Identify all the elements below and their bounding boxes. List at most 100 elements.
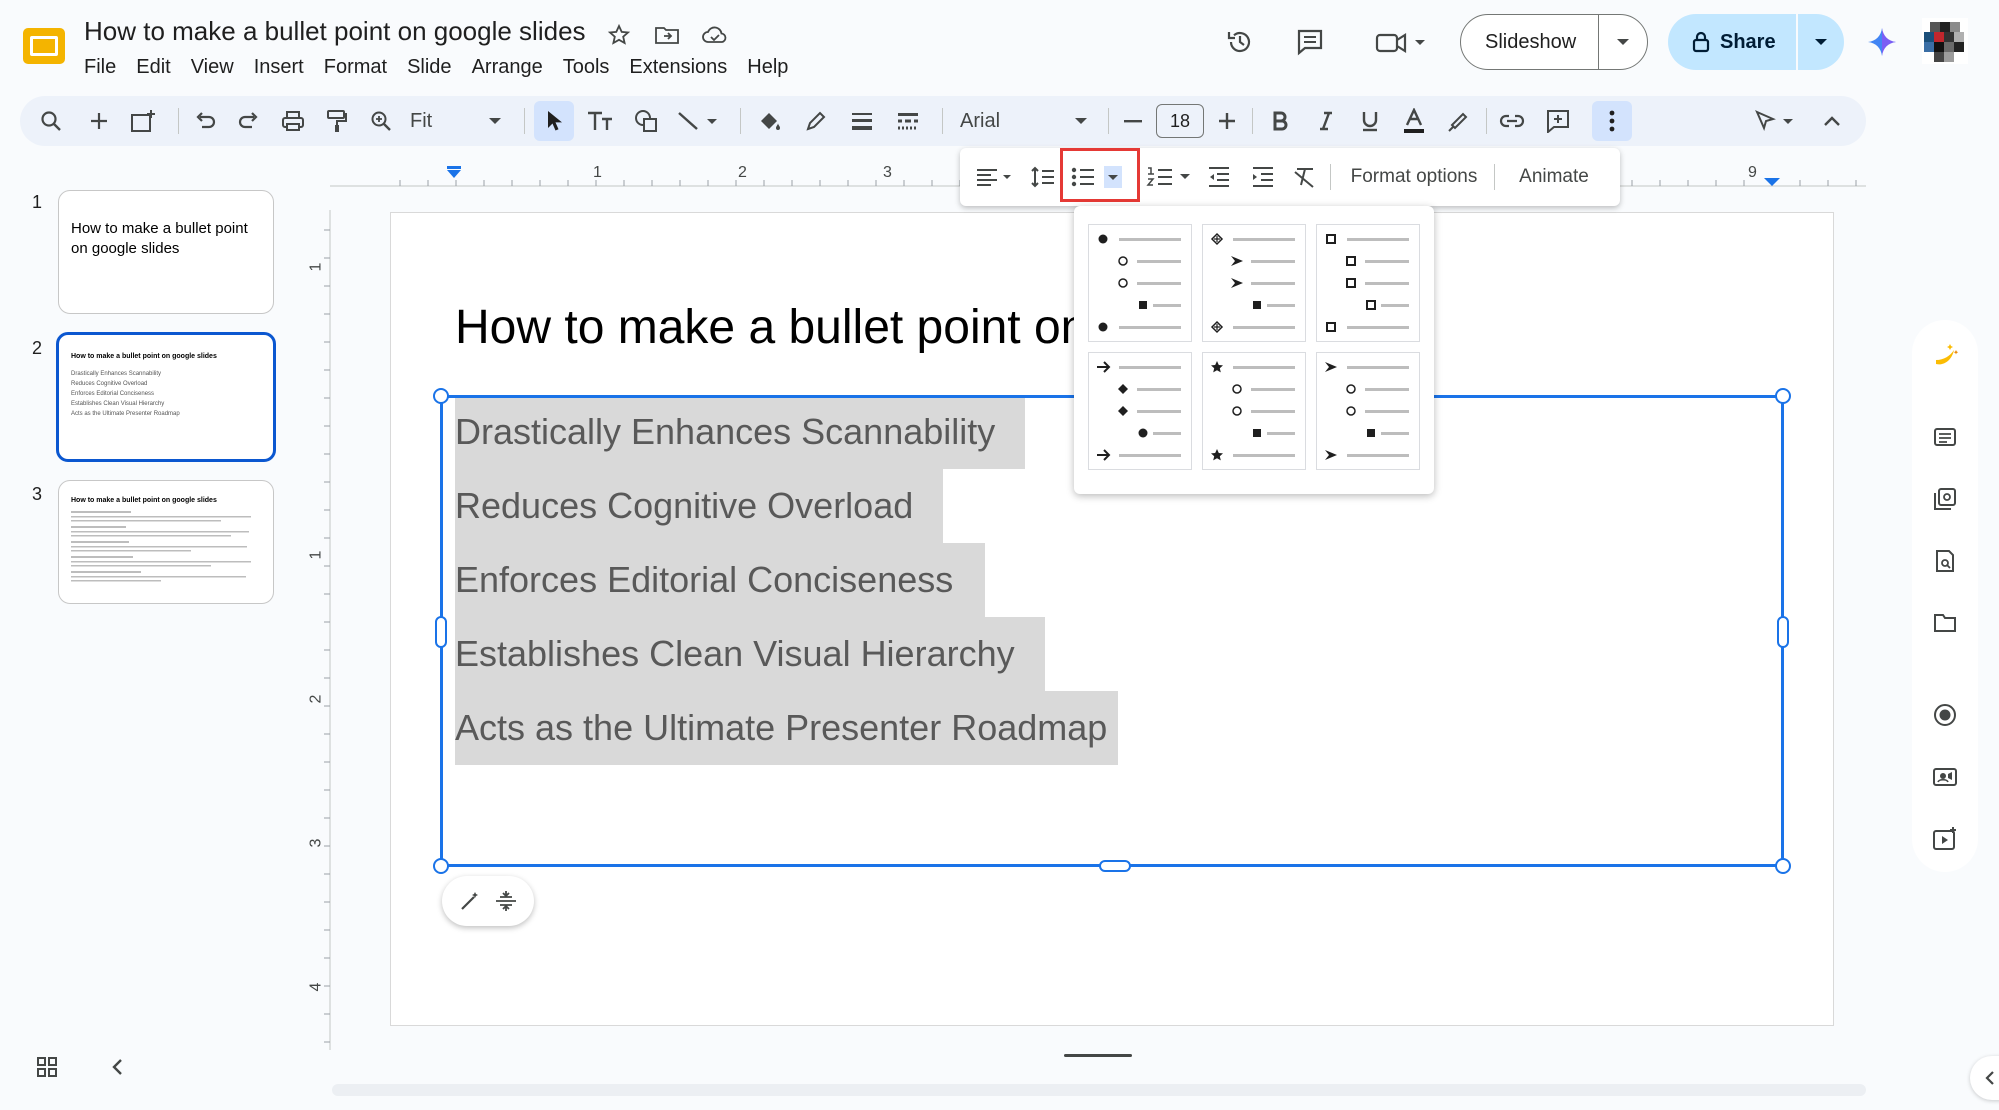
slide-thumbnail-3[interactable]: How to make a bullet point on google sli… bbox=[58, 480, 274, 604]
undo-icon[interactable] bbox=[188, 101, 222, 141]
zoom-icon[interactable] bbox=[364, 101, 398, 141]
fill-color-icon[interactable] bbox=[750, 101, 790, 141]
nano-banana-icon[interactable] bbox=[1922, 332, 1968, 378]
new-slide-icon[interactable] bbox=[82, 101, 116, 141]
format-options-button[interactable]: Format options bbox=[1342, 157, 1486, 197]
resize-handle-right[interactable] bbox=[1777, 616, 1789, 648]
line-tool-icon[interactable] bbox=[672, 101, 726, 141]
speaker-notes-drag-handle[interactable] bbox=[1064, 1054, 1132, 1057]
bullet-style-option[interactable] bbox=[1088, 224, 1192, 342]
bullet-style-option[interactable] bbox=[1202, 224, 1306, 342]
grid-view-icon[interactable] bbox=[36, 1056, 58, 1078]
decrease-font-size-icon[interactable] bbox=[1116, 101, 1150, 141]
decrease-indent-icon[interactable] bbox=[1204, 157, 1234, 197]
slideshow-button[interactable]: Slideshow bbox=[1461, 15, 1600, 69]
vertical-ruler[interactable] bbox=[306, 210, 336, 1050]
bold-icon[interactable] bbox=[1260, 101, 1300, 141]
italic-icon[interactable] bbox=[1306, 101, 1346, 141]
themes-icon[interactable] bbox=[1922, 476, 1968, 522]
share-dropdown-icon[interactable] bbox=[1798, 14, 1844, 70]
bullet-style-option[interactable] bbox=[1316, 224, 1420, 342]
menu-help[interactable]: Help bbox=[737, 52, 798, 82]
underline-icon[interactable] bbox=[1350, 101, 1390, 141]
move-folder-icon[interactable] bbox=[652, 20, 682, 50]
menu-view[interactable]: View bbox=[181, 52, 244, 82]
account-avatar[interactable] bbox=[1922, 18, 1968, 64]
ruler-label: 2 bbox=[738, 164, 747, 181]
slide-thumbnail-1[interactable]: How to make a bullet point on google sli… bbox=[58, 190, 274, 314]
border-color-icon[interactable] bbox=[796, 101, 836, 141]
bullet-style-option[interactable] bbox=[1088, 352, 1192, 470]
resize-handle-bottom-left[interactable] bbox=[433, 858, 449, 874]
menu-format[interactable]: Format bbox=[314, 52, 397, 82]
record-icon[interactable] bbox=[1922, 692, 1968, 738]
gemini-icon[interactable] bbox=[1860, 20, 1904, 64]
comments-icon[interactable] bbox=[1288, 20, 1332, 64]
cloud-saved-icon[interactable] bbox=[700, 20, 730, 50]
more-options-icon[interactable] bbox=[1592, 101, 1632, 141]
numbered-list-icon[interactable] bbox=[1144, 157, 1194, 197]
resize-handle-bottom-right[interactable] bbox=[1775, 858, 1791, 874]
explore-image-icon[interactable] bbox=[1922, 538, 1968, 584]
speaker-notes-icon[interactable] bbox=[1922, 414, 1968, 460]
new-slide-layout-icon[interactable] bbox=[126, 101, 160, 141]
border-dash-icon[interactable] bbox=[888, 101, 928, 141]
autofit-icon[interactable] bbox=[494, 889, 518, 913]
menu-extensions[interactable]: Extensions bbox=[619, 52, 737, 82]
add-comment-icon[interactable] bbox=[1538, 101, 1578, 141]
collapse-filmstrip-icon[interactable] bbox=[110, 1058, 124, 1076]
increase-font-size-icon[interactable] bbox=[1210, 101, 1244, 141]
slides-logo[interactable] bbox=[22, 24, 66, 68]
horizontal-scrollbar[interactable] bbox=[332, 1084, 1866, 1096]
paint-format-icon[interactable] bbox=[320, 101, 354, 141]
video-record-icon[interactable] bbox=[1922, 754, 1968, 800]
font-size-field[interactable]: 18 bbox=[1154, 101, 1206, 141]
line-spacing-icon[interactable] bbox=[1028, 157, 1058, 197]
main-toolbar: Fit Arial 18 bbox=[20, 96, 1866, 146]
clear-formatting-icon[interactable] bbox=[1290, 157, 1320, 197]
expand-side-panel-icon[interactable] bbox=[1970, 1056, 1999, 1100]
select-tool-icon[interactable] bbox=[534, 101, 574, 141]
menu-arrange[interactable]: Arrange bbox=[462, 52, 553, 82]
thumbnail-line: Establishes Clean Visual Hierarchy bbox=[71, 401, 165, 407]
shape-icon[interactable] bbox=[626, 101, 666, 141]
version-history-icon[interactable] bbox=[1218, 20, 1262, 64]
search-menus-icon[interactable] bbox=[34, 101, 68, 141]
magic-edit-icon[interactable] bbox=[459, 890, 481, 912]
menu-tools[interactable]: Tools bbox=[553, 52, 620, 82]
slide-thumbnail-2[interactable]: How to make a bullet point on google sli… bbox=[56, 332, 276, 462]
redo-icon[interactable] bbox=[232, 101, 266, 141]
pointer-mode-icon[interactable] bbox=[1750, 101, 1810, 141]
document-title[interactable]: How to make a bullet point on google sli… bbox=[84, 16, 586, 47]
collapse-toolbar-icon[interactable] bbox=[1814, 101, 1850, 141]
menu-insert[interactable]: Insert bbox=[244, 52, 314, 82]
animate-button[interactable]: Animate bbox=[1506, 157, 1602, 197]
drive-folder-icon[interactable] bbox=[1922, 600, 1968, 646]
resize-handle-left[interactable] bbox=[435, 616, 447, 648]
resize-handle-top-left[interactable] bbox=[433, 388, 449, 404]
font-family-select[interactable]: Arial bbox=[954, 101, 1094, 141]
add-video-icon[interactable] bbox=[1922, 816, 1968, 862]
menu-slide[interactable]: Slide bbox=[397, 52, 461, 82]
text-color-icon[interactable] bbox=[1394, 101, 1434, 141]
star-icon[interactable] bbox=[604, 20, 634, 50]
highlight-color-icon[interactable] bbox=[1438, 101, 1478, 141]
align-icon[interactable] bbox=[972, 157, 1018, 197]
menu-file[interactable]: File bbox=[84, 52, 126, 82]
bullet-style-option[interactable] bbox=[1202, 352, 1306, 470]
slideshow-dropdown-icon[interactable] bbox=[1599, 15, 1647, 69]
insert-link-icon[interactable] bbox=[1492, 101, 1532, 141]
resize-handle-top-right[interactable] bbox=[1775, 388, 1791, 404]
menu-edit[interactable]: Edit bbox=[126, 52, 180, 82]
chevron-down-icon bbox=[488, 116, 502, 126]
share-button[interactable]: Share bbox=[1668, 14, 1798, 70]
border-weight-icon[interactable] bbox=[842, 101, 882, 141]
meet-camera-icon[interactable] bbox=[1366, 20, 1436, 64]
increase-indent-icon[interactable] bbox=[1248, 157, 1278, 197]
resize-handle-bottom[interactable] bbox=[1099, 860, 1131, 872]
zoom-select[interactable]: Fit bbox=[406, 101, 506, 141]
text-box-icon[interactable] bbox=[580, 101, 620, 141]
bullet-style-option[interactable] bbox=[1316, 352, 1420, 470]
print-icon[interactable] bbox=[276, 101, 310, 141]
thumbnail-title: How to make a bullet point on google sli… bbox=[71, 497, 217, 504]
